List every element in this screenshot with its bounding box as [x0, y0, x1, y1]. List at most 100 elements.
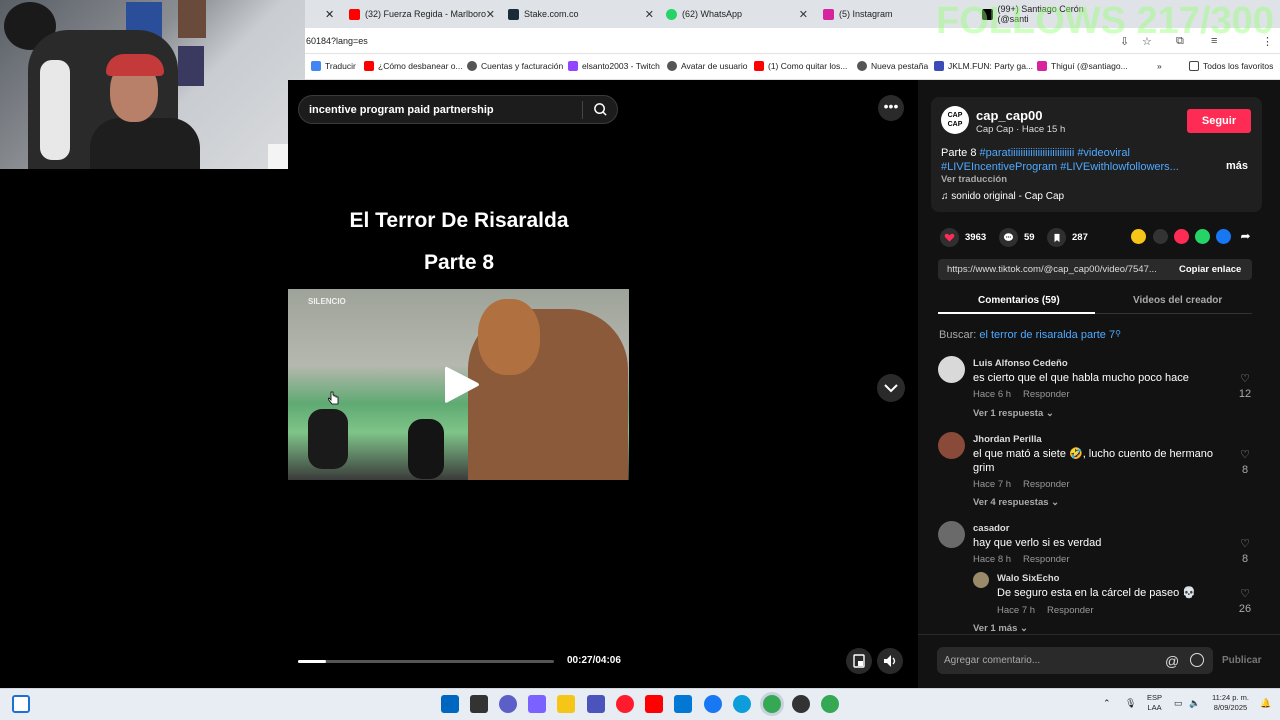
- whatsapp-icon[interactable]: [1195, 229, 1210, 244]
- save-button[interactable]: 287: [1047, 228, 1088, 247]
- copy-link-button[interactable]: Copiar enlace: [1179, 264, 1241, 275]
- search-icon[interactable]: [593, 102, 608, 117]
- author-avatar[interactable]: CAP CAP: [941, 106, 969, 134]
- tab-youtube[interactable]: (32) Fuerza Regida - Marlboro ✕: [349, 4, 495, 24]
- tab-comments[interactable]: Comentarios (59): [978, 295, 1060, 306]
- extensions-icon[interactable]: ⧉: [1176, 35, 1184, 48]
- bookmark-twitch[interactable]: elsanto2003 - Twitch: [568, 61, 660, 71]
- chevron-up-icon[interactable]: ⌃: [1103, 698, 1111, 709]
- teams-icon[interactable]: [587, 695, 605, 713]
- opera-icon[interactable]: [616, 695, 634, 713]
- like-button[interactable]: 3963: [940, 228, 986, 247]
- bookmark-thigui[interactable]: Thiguí (@santiago...: [1037, 61, 1128, 71]
- chrome-icon[interactable]: [763, 695, 781, 713]
- comment-avatar[interactable]: [938, 521, 965, 548]
- search-suggestion[interactable]: Buscar: el terror de risaralda parte 7⚲: [939, 329, 1121, 341]
- tab-creator-videos[interactable]: Videos del creador: [1133, 295, 1222, 306]
- reply-button[interactable]: Responder: [1023, 389, 1069, 400]
- heart-outline-icon[interactable]: ♡: [1238, 372, 1252, 385]
- install-app-icon[interactable]: ⇩: [1120, 35, 1129, 48]
- follow-button[interactable]: Seguir: [1187, 109, 1251, 133]
- more-options-button[interactable]: •••: [878, 95, 904, 121]
- language-indicator[interactable]: ESP LAA: [1147, 693, 1162, 713]
- view-more-replies-button[interactable]: Ver 1 más ⌄: [973, 623, 1028, 634]
- app-icon[interactable]: [470, 695, 488, 713]
- comment-author[interactable]: Luis Alfonso Cedeño: [973, 358, 1068, 369]
- bookmark-avatar[interactable]: Avatar de usuario: [667, 61, 747, 71]
- search-input[interactable]: incentive program paid partnership: [309, 104, 494, 116]
- tab-instagram[interactable]: (5) Instagram: [823, 4, 965, 24]
- media-icon[interactable]: ≡: [1211, 35, 1217, 47]
- repost-icon[interactable]: [1131, 229, 1146, 244]
- facebook-icon[interactable]: [1216, 229, 1231, 244]
- tab-tiktok[interactable]: (99+) Santiago Cerón (@santi: [982, 4, 1112, 24]
- embed-icon[interactable]: [1153, 229, 1168, 244]
- heart-outline-icon[interactable]: ♡: [1238, 537, 1252, 550]
- publish-button[interactable]: Publicar: [1222, 655, 1261, 666]
- webcam-person-body: [90, 118, 200, 169]
- search-bar[interactable]: incentive program paid partnership: [298, 95, 618, 124]
- chat-icon[interactable]: [499, 695, 517, 713]
- view-replies-button[interactable]: Ver 1 respuesta ⌄: [973, 408, 1054, 419]
- comment-button[interactable]: 59: [999, 228, 1035, 247]
- chrome-profile-icon[interactable]: [821, 695, 839, 713]
- mention-icon[interactable]: @: [1165, 653, 1179, 669]
- edge-icon[interactable]: [733, 695, 751, 713]
- network-icon[interactable]: ▭: [1174, 698, 1183, 709]
- reply-button[interactable]: Responder: [1023, 479, 1069, 490]
- all-bookmarks[interactable]: Todos los favoritos: [1189, 61, 1273, 71]
- copilot-icon[interactable]: [528, 695, 546, 713]
- facebook-icon[interactable]: [704, 695, 722, 713]
- tab-stake[interactable]: Stake.com.co ✕: [508, 4, 654, 24]
- bookmark-cuentas[interactable]: Cuentas y facturación: [467, 61, 563, 71]
- tab-close-icon[interactable]: ✕: [325, 4, 339, 24]
- bookmark-como-quitar[interactable]: (1) Como quitar los...: [754, 61, 847, 71]
- notification-icon[interactable]: 🔔: [1260, 698, 1271, 709]
- translate-button[interactable]: Ver traducción: [941, 174, 1007, 185]
- caption-more-button[interactable]: más: [1226, 160, 1248, 172]
- windows-start-icon[interactable]: [441, 695, 459, 713]
- app-icon[interactable]: [792, 695, 810, 713]
- bookmark-desbanear[interactable]: ¿Cómo desbanear o...: [364, 61, 463, 71]
- view-replies-button[interactable]: Ver 4 respuestas ⌄: [973, 497, 1059, 508]
- next-video-button[interactable]: [877, 374, 905, 402]
- system-clock[interactable]: 11:24 p. m. 8/09/2025: [1212, 693, 1249, 713]
- sound-link[interactable]: ♫ sonido original - Cap Cap: [941, 191, 1064, 202]
- send-to-friends-icon[interactable]: [1174, 229, 1189, 244]
- comment-author[interactable]: casador: [973, 523, 1009, 534]
- volume-button[interactable]: [877, 648, 903, 674]
- video-link[interactable]: https://www.tiktok.com/@cap_cap00/video/…: [947, 264, 1157, 275]
- volume-icon[interactable]: 🔈: [1189, 698, 1200, 709]
- reply-button[interactable]: Responder: [1023, 554, 1069, 565]
- comment-avatar[interactable]: [938, 432, 965, 459]
- reply-avatar[interactable]: [973, 572, 989, 588]
- heart-outline-icon[interactable]: ♡: [1238, 448, 1252, 461]
- emoji-icon[interactable]: [1190, 653, 1204, 667]
- youtube-icon[interactable]: [645, 695, 663, 713]
- reply-author[interactable]: Walo SixEcho: [997, 573, 1059, 584]
- bookmark-nueva-pestana[interactable]: Nueva pestaña: [857, 61, 928, 71]
- file-explorer-icon[interactable]: [557, 695, 575, 713]
- close-icon[interactable]: ✕: [799, 8, 808, 21]
- menu-icon[interactable]: ⋮: [1262, 35, 1273, 48]
- tab-whatsapp[interactable]: (62) WhatsApp ✕: [666, 4, 808, 24]
- bookmarks-overflow-icon[interactable]: »: [1157, 61, 1162, 71]
- close-icon[interactable]: ✕: [645, 8, 654, 21]
- microphone-icon[interactable]: 🎙: [1125, 698, 1136, 709]
- play-icon[interactable]: [443, 364, 481, 406]
- author-username[interactable]: cap_cap00: [976, 108, 1043, 123]
- reply-button[interactable]: Responder: [1047, 605, 1093, 616]
- bookmark-jklm[interactable]: JKLM.FUN: Party ga...: [934, 61, 1033, 71]
- comment-avatar[interactable]: [938, 356, 965, 383]
- url-field[interactable]: 60184?lang=es: [306, 36, 368, 46]
- close-icon[interactable]: ✕: [486, 8, 495, 21]
- bookmark-star-icon[interactable]: ☆: [1142, 35, 1152, 48]
- comment-author[interactable]: Jhordan Perilla: [973, 434, 1042, 445]
- store-icon[interactable]: [674, 695, 692, 713]
- bookmark-traducir[interactable]: Traducir: [311, 61, 356, 71]
- share-arrow-icon[interactable]: ➦: [1238, 229, 1253, 244]
- video-progress-bar[interactable]: [298, 660, 554, 663]
- heart-outline-icon[interactable]: ♡: [1238, 587, 1252, 600]
- pip-button[interactable]: [846, 648, 872, 674]
- task-view-icon[interactable]: [12, 695, 30, 713]
